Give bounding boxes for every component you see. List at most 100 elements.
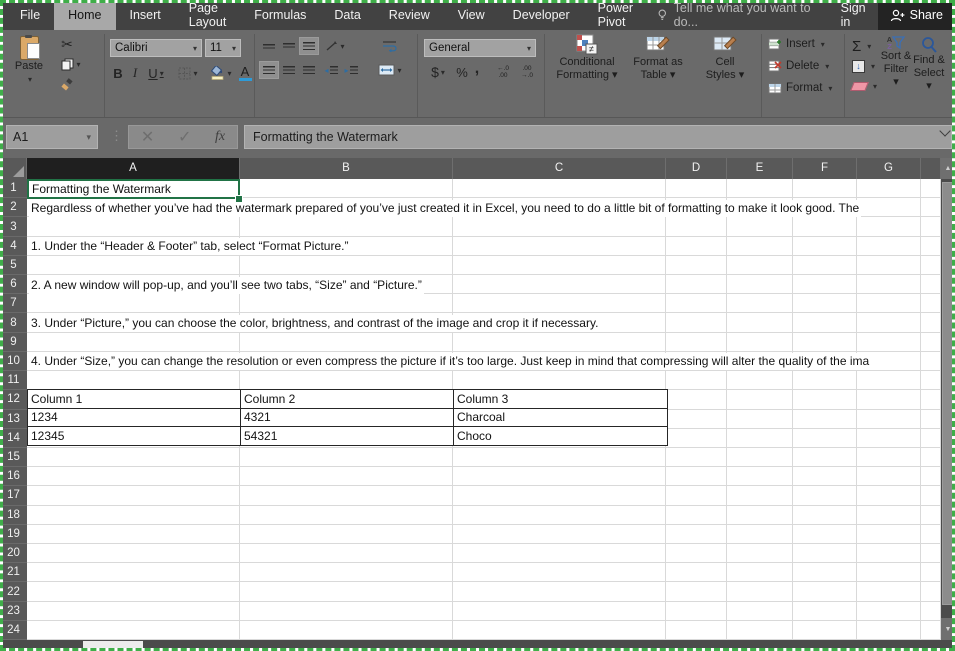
table-cell[interactable]: 4321 [241, 409, 454, 427]
row-header-18[interactable]: 18 [0, 506, 27, 525]
table-cell[interactable]: Charcoal [454, 409, 667, 427]
row-header-1[interactable]: 1 [0, 179, 27, 198]
scroll-up-arrow[interactable]: ▲ [941, 157, 955, 179]
table-header-cell[interactable]: Column 1 [28, 390, 241, 408]
row-header-21[interactable]: 21 [0, 563, 27, 582]
top-align-button[interactable] [260, 38, 278, 54]
row-header-13[interactable]: 13 [0, 410, 27, 429]
vertical-scroll-thumb[interactable] [942, 182, 954, 605]
row-header-7[interactable]: 7 [0, 294, 27, 313]
tab-insert[interactable]: Insert [116, 0, 175, 30]
font-name-combo[interactable]: Calibri▾ [110, 39, 202, 57]
column-header-partial[interactable] [921, 157, 941, 179]
row-header-9[interactable]: 9 [0, 333, 27, 352]
vertical-scrollbar[interactable]: ▲ ▼ [941, 157, 955, 640]
tab-formulas[interactable]: Formulas [240, 0, 320, 30]
comma-style-button[interactable]: , [472, 60, 482, 78]
increase-indent-button[interactable]: ▸ [342, 62, 360, 78]
column-header-a[interactable]: A [27, 157, 240, 179]
enter-button[interactable]: ✓ [178, 127, 191, 147]
sheet-grid[interactable]: Formatting the Watermark Regardless of w… [27, 179, 941, 641]
select-all-corner[interactable] [0, 157, 27, 179]
column-header-e[interactable]: E [727, 157, 793, 179]
delete-cells-button[interactable]: Delete▾ [768, 60, 829, 72]
tab-data[interactable]: Data [320, 0, 374, 30]
fill-button[interactable]: ↓▾ [852, 60, 875, 73]
number-format-combo[interactable]: General▾ [424, 39, 536, 57]
horizontal-scroll-thumb[interactable] [83, 641, 143, 649]
tab-developer[interactable]: Developer [499, 0, 584, 30]
row-header-5[interactable]: 5 [0, 256, 27, 275]
tab-view[interactable]: View [444, 0, 499, 30]
conditional-formatting-button[interactable]: ≠ConditionalFormatting ▾ [552, 34, 622, 82]
row-header-16[interactable]: 16 [0, 467, 27, 486]
bold-button[interactable]: B [110, 64, 126, 82]
table-cell[interactable]: 12345 [28, 427, 241, 445]
font-size-combo[interactable]: 11▾ [205, 39, 241, 57]
format-painter-button[interactable] [56, 76, 78, 92]
cut-button[interactable]: ✂ [56, 36, 78, 52]
row-header-24[interactable]: 24 [0, 621, 27, 640]
row-header-12[interactable]: 12 [0, 390, 27, 409]
tab-page-layout[interactable]: Page Layout [175, 0, 241, 30]
cell-text-row-2[interactable]: Regardless of whether you’ve had the wat… [29, 200, 861, 217]
row-header-11[interactable]: 11 [0, 371, 27, 390]
row-header-2[interactable]: 2 [0, 198, 27, 217]
insert-function-button[interactable]: fx [215, 129, 225, 145]
bottom-align-button[interactable] [300, 38, 318, 54]
column-header-g[interactable]: G [857, 157, 921, 179]
wrap-text-button[interactable] [378, 38, 400, 54]
row-header-6[interactable]: 6 [0, 275, 27, 294]
tab-home[interactable]: Home [54, 0, 115, 30]
column-header-b[interactable]: B [240, 157, 453, 179]
fill-color-button[interactable]: ▾ [206, 64, 236, 82]
accounting-format-button[interactable]: $▾ [426, 63, 450, 81]
copy-button[interactable]: ▾ [56, 56, 86, 72]
name-box[interactable]: A1 ▾ [6, 125, 98, 149]
sort-filter-button[interactable]: AZ Sort & Filter ▾ [880, 36, 912, 89]
horizontal-scrollbar[interactable] [0, 640, 955, 651]
orientation-button[interactable]: ▾ [322, 38, 348, 54]
selected-cell-a1[interactable]: Formatting the Watermark [27, 179, 240, 199]
percent-style-button[interactable]: % [454, 63, 470, 81]
row-header-19[interactable]: 19 [0, 525, 27, 544]
font-color-button[interactable]: A [238, 63, 252, 83]
align-center-button[interactable] [280, 62, 298, 78]
table-cell[interactable]: 1234 [28, 409, 241, 427]
cancel-button[interactable]: ✕ [141, 127, 154, 147]
table-header-cell[interactable]: Column 3 [454, 390, 667, 408]
row-header-17[interactable]: 17 [0, 486, 27, 505]
tab-file[interactable]: File [6, 0, 54, 30]
row-header-20[interactable]: 20 [0, 544, 27, 563]
sign-in-button[interactable]: Sign in [829, 1, 878, 29]
borders-button[interactable]: ▾ [174, 64, 202, 82]
align-right-button[interactable] [300, 62, 318, 78]
middle-align-button[interactable] [280, 38, 298, 54]
clear-button[interactable]: ▾ [852, 82, 877, 91]
tab-review[interactable]: Review [375, 0, 444, 30]
tell-me-box[interactable]: Tell me what you want to do... [647, 0, 829, 30]
autosum-button[interactable]: Σ▾ [852, 38, 871, 55]
fill-handle[interactable] [235, 195, 243, 203]
italic-button[interactable]: I [128, 64, 142, 82]
row-header-22[interactable]: 22 [0, 582, 27, 601]
formula-input[interactable]: Formatting the Watermark [244, 125, 952, 149]
column-header-c[interactable]: C [453, 157, 666, 179]
cell-text-row-6[interactable]: 2. A new window will pop-up, and you’ll … [29, 277, 424, 294]
table-cell[interactable]: 54321 [241, 427, 454, 445]
format-as-table-button[interactable]: Format asTable ▾ [624, 34, 692, 82]
row-header-8[interactable]: 8 [0, 313, 27, 332]
row-header-23[interactable]: 23 [0, 602, 27, 621]
align-left-button[interactable] [260, 62, 278, 78]
cell-text-row-10[interactable]: 4. Under “Size,” you can change the reso… [29, 353, 871, 370]
row-header-10[interactable]: 10 [0, 352, 27, 371]
table-cell[interactable]: Choco [454, 427, 667, 445]
column-header-d[interactable]: D [666, 157, 727, 179]
formula-bar-grip[interactable]: ⋮ [110, 128, 123, 144]
decrease-decimal-button[interactable]: .00→.0 [516, 63, 538, 81]
column-header-f[interactable]: F [793, 157, 857, 179]
tab-power-pivot[interactable]: Power Pivot [584, 0, 647, 30]
scroll-down-arrow[interactable]: ▼ [941, 618, 955, 640]
paste-button[interactable]: Paste ▾ [8, 36, 50, 86]
row-header-4[interactable]: 4 [0, 237, 27, 256]
